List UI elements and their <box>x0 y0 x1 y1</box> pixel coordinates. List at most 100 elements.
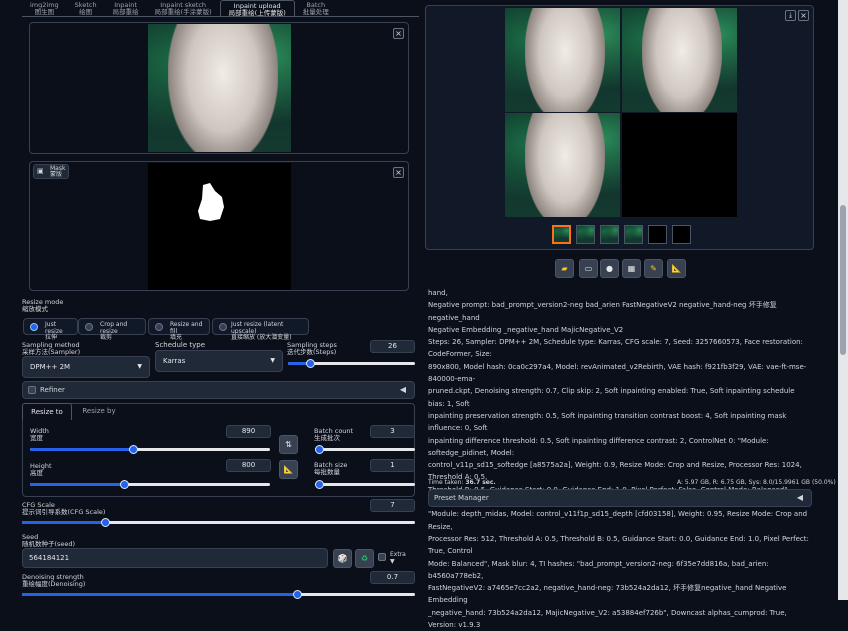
seed-label: Seed 随机数种子(seed) <box>22 533 76 548</box>
sampling-method-select[interactable]: DPM++ 2M ▼ <box>22 356 150 378</box>
height-label: Height 高度 <box>30 462 52 477</box>
sampling-steps-label: Sampling steps 迭代步数(Steps) <box>287 341 337 356</box>
info-line: Negative Embedding _negative_hand MajicN… <box>428 325 624 334</box>
collapse-arrow-icon[interactable]: ◀ <box>797 493 803 502</box>
cfg-scale-input[interactable]: 7 <box>370 499 415 512</box>
info-line: inpainting preservation strength: 0.5, S… <box>428 411 787 433</box>
dice-icon[interactable]: 🎲 <box>333 549 352 568</box>
close-icon[interactable]: × <box>798 10 809 21</box>
width-label: Width 宽度 <box>30 427 49 442</box>
info-line: "Module: depth_midas, Model: control_v11… <box>428 510 808 531</box>
schedule-type-label: Schedule type <box>155 341 206 349</box>
time-taken: Time taken: 36.7 sec. <box>428 479 496 486</box>
thumbnail-6[interactable] <box>672 225 691 244</box>
extra-label: Extra ▼ <box>390 551 406 565</box>
height-input[interactable]: 800 <box>226 459 271 472</box>
tab-inpaint-sketch[interactable]: Inpaint sketch 局部重绘(手涂蒙版) <box>147 0 220 17</box>
tab-resize-to[interactable]: Resize to <box>22 403 72 420</box>
prompt-text: hand, <box>428 289 448 297</box>
thumbnail-2[interactable] <box>576 225 595 244</box>
height-slider[interactable] <box>30 480 270 489</box>
cfg-scale-label: CFG Scale 提示词引导系数(CFG Scale) <box>22 501 106 516</box>
tab-inpaint-upload[interactable]: Inpaint upload 局部重绘(上传蒙版) <box>219 0 295 17</box>
image-icon: ▣ <box>37 167 44 175</box>
collapse-arrow-icon[interactable]: ◀ <box>400 385 406 394</box>
thumbnail-5[interactable] <box>648 225 667 244</box>
resize-mode-label: Resize mode 缩放模式 <box>22 298 64 313</box>
resize-option-latent[interactable]: Just resize (latent upscale) 直接缩放 (放大潜变量) <box>212 318 309 341</box>
output-image-2[interactable] <box>622 8 737 112</box>
close-icon[interactable]: × <box>393 167 404 178</box>
denoise-label: Denoising strength 重绘幅度(Denoising) <box>22 573 86 588</box>
output-image-1[interactable] <box>505 8 620 112</box>
info-line: Mode: Balanced", Mask blur: 4, TI hashes… <box>428 559 769 580</box>
output-image-mask[interactable] <box>622 113 737 217</box>
chevron-down-icon: ▼ <box>137 363 142 370</box>
sampling-steps-input[interactable]: 26 <box>370 340 415 353</box>
info-line: inpainting difference threshold: 0.5, So… <box>428 436 769 457</box>
preset-manager-accordion[interactable]: Preset Manager ◀ <box>428 489 812 507</box>
info-line: Negative prompt: bad_prompt_version2-neg… <box>428 301 777 322</box>
ruler-icon[interactable]: 📐 <box>279 460 298 479</box>
grid-icon[interactable]: ▦ <box>622 259 641 278</box>
resize-option-fill[interactable]: Resize and fill 填充 <box>148 318 210 341</box>
folder-icon[interactable]: ▰ <box>555 259 574 278</box>
info-line: pruned.ckpt, Denoising strength: 0.7, Cl… <box>428 387 795 408</box>
denoise-slider[interactable] <box>22 590 415 599</box>
batch-size-input[interactable]: 1 <box>370 459 415 472</box>
resize-option-just-resize[interactable]: Just resize 拉伸 <box>23 318 78 341</box>
batch-count-slider[interactable] <box>315 445 415 454</box>
palette-icon[interactable]: ● <box>600 259 619 278</box>
info-line: Steps: 26, Sampler: DPM++ 2M, Schedule t… <box>428 338 803 359</box>
preset-manager-label: Preset Manager <box>434 494 489 502</box>
brush-icon[interactable]: ✎ <box>644 259 663 278</box>
refiner-accordion[interactable]: Refiner ◀ <box>22 381 415 399</box>
tab-img2img[interactable]: img2img 图生图 <box>22 0 67 17</box>
schedule-type-select[interactable]: Karras ▼ <box>155 350 283 372</box>
refiner-label: Refiner <box>40 386 65 394</box>
scrollbar-thumb[interactable] <box>840 205 846 355</box>
resize-option-crop[interactable]: Crop and resize 裁剪 <box>78 318 146 341</box>
close-icon[interactable]: × <box>393 28 404 39</box>
source-image <box>148 24 291 152</box>
batch-size-slider[interactable] <box>315 480 415 489</box>
chevron-down-icon: ▼ <box>270 357 275 364</box>
tab-resize-by[interactable]: Resize by <box>76 403 122 420</box>
tab-divider <box>22 16 419 17</box>
thumbnail-4[interactable] <box>624 225 643 244</box>
batch-count-input[interactable]: 3 <box>370 425 415 438</box>
info-line: 890x800, Model hash: 0ca0c297a4, Model: … <box>428 362 807 384</box>
width-slider[interactable] <box>30 445 270 454</box>
generation-info: hand, Negative prompt: bad_prompt_versio… <box>428 287 812 631</box>
download-icon[interactable]: ⤓ <box>785 10 796 21</box>
tab-inpaint[interactable]: Inpaint 局部重绘 <box>105 0 147 17</box>
tab-batch[interactable]: Batch 批量处理 <box>295 0 337 17</box>
swap-icon[interactable]: ⇅ <box>279 435 298 454</box>
refiner-checkbox[interactable] <box>28 386 36 394</box>
ruler-icon[interactable]: 📐 <box>667 259 686 278</box>
image-upload-panel[interactable]: × <box>29 22 409 154</box>
info-line: FastNegativeV2: a7465e7cc2a2, negative_h… <box>428 584 787 605</box>
mask-label: ▣ Mask 蒙版 <box>33 164 70 179</box>
info-line: Processor Res: 512, Threshold A: 0.5, Th… <box>428 534 809 556</box>
mask-image <box>148 163 291 290</box>
tab-bar: img2img 图生图 Sketch 绘图 Inpaint 局部重绘 Inpaint … <box>22 0 337 17</box>
thumbnail-3[interactable] <box>600 225 619 244</box>
cfg-scale-slider[interactable] <box>22 518 415 527</box>
output-image-3[interactable] <box>505 113 620 217</box>
mask-upload-panel[interactable]: ▣ Mask 蒙版 × <box>29 161 409 291</box>
batch-count-label: Batch count 生成批次 <box>314 427 354 442</box>
sampling-method-label: Sampling method 采样方法(Sampler) <box>22 341 81 356</box>
thumbnail-1[interactable] <box>552 225 571 244</box>
extra-checkbox[interactable] <box>378 553 386 561</box>
sampling-steps-slider[interactable] <box>288 359 415 368</box>
batch-size-label: Batch size 每批数量 <box>314 461 348 476</box>
seed-input[interactable]: 564184121 <box>22 548 328 568</box>
vram-usage: A: 5.97 GB, R: 6.75 GB, Sys: 8.0/15.9961… <box>677 479 836 486</box>
tab-sketch[interactable]: Sketch 绘图 <box>67 0 105 17</box>
width-input[interactable]: 890 <box>226 425 271 438</box>
recycle-icon[interactable]: ♻ <box>355 549 374 568</box>
scrollbar[interactable] <box>838 0 848 600</box>
denoise-input[interactable]: 0.7 <box>370 571 415 584</box>
chat-icon[interactable]: ▭ <box>579 259 598 278</box>
